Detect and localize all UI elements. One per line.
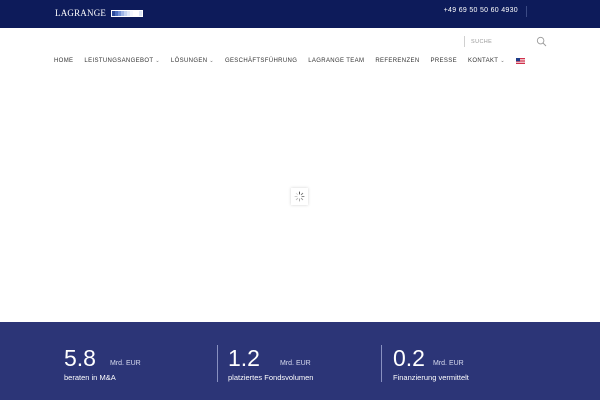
nav-item-lagrange-team[interactable]: LAGRANGE TEAM — [308, 58, 364, 64]
nav-item-label: LAGRANGE TEAM — [308, 57, 365, 64]
stat-value: 0.2 — [393, 345, 425, 371]
nav-item-kontakt[interactable]: KONTAKT ⌄ — [468, 58, 505, 64]
chevron-down-icon: ⌄ — [209, 57, 214, 64]
nav-item-referenzen[interactable]: REFERENZEN — [375, 58, 419, 64]
nav-item-label: GESCHÄFTSFÜHRUNG — [224, 57, 298, 64]
stat-value: 1.2 — [228, 345, 260, 371]
nav-item-presse[interactable]: PRESSE — [431, 58, 457, 64]
logo-text: LAGRANGE — [55, 8, 107, 18]
main-navigation: HOME LEISTUNGSANGEBOT ⌄ LÖSUNGEN ⌄ GESCH… — [54, 56, 536, 65]
stat-label: platziertes Fondsvolumen — [228, 373, 314, 382]
top-bar: LAGRANGE +49 69 50 50 60 4930 — [0, 0, 600, 28]
nav-item-leistungsangebot[interactable]: LEISTUNGSANGEBOT ⌄ — [84, 58, 160, 64]
chevron-down-icon: ⌄ — [155, 57, 160, 64]
nav-item-label: PRESSE — [430, 57, 457, 64]
us-flag-icon — [515, 57, 525, 64]
stat-value: 5.8 — [64, 345, 96, 371]
language-switcher[interactable] — [515, 57, 525, 64]
logo[interactable]: LAGRANGE — [55, 7, 144, 19]
stat-label: Finanzierung vermittelt — [393, 373, 469, 382]
stat-divider — [381, 345, 382, 382]
stats-section: 5.8 Mrd. EUR beraten in M&A 1.2 Mrd. EUR… — [0, 322, 600, 400]
stat-unit: Mrd. EUR — [280, 360, 311, 367]
loading-indicator — [291, 188, 308, 205]
nav-item-geschaeftsfuehrung[interactable]: GESCHÄFTSFÜHRUNG — [225, 58, 297, 64]
phone-number[interactable]: +49 69 50 50 60 4930 — [444, 7, 518, 14]
nav-item-label: HOME — [54, 57, 74, 64]
nav-item-home[interactable]: HOME — [54, 58, 73, 64]
chevron-down-icon: ⌄ — [500, 57, 505, 64]
stat-unit: Mrd. EUR — [433, 360, 464, 367]
loading-spinner-icon — [294, 191, 305, 202]
stat-label: beraten in M&A — [64, 373, 116, 382]
stat-divider — [217, 345, 218, 382]
logo-mark-icon — [111, 9, 144, 17]
stat-unit: Mrd. EUR — [110, 360, 141, 367]
nav-item-loesungen[interactable]: LÖSUNGEN ⌄ — [171, 58, 214, 64]
search-input[interactable] — [471, 36, 533, 47]
search-icon[interactable] — [536, 36, 547, 47]
nav-item-label: LÖSUNGEN — [170, 57, 208, 64]
nav-item-label: KONTAKT — [467, 57, 499, 64]
nav-item-label: REFERENZEN — [375, 57, 420, 64]
search-box — [464, 36, 549, 47]
nav-item-label: LEISTUNGSANGEBOT — [84, 57, 154, 64]
topbar-divider — [526, 6, 527, 17]
